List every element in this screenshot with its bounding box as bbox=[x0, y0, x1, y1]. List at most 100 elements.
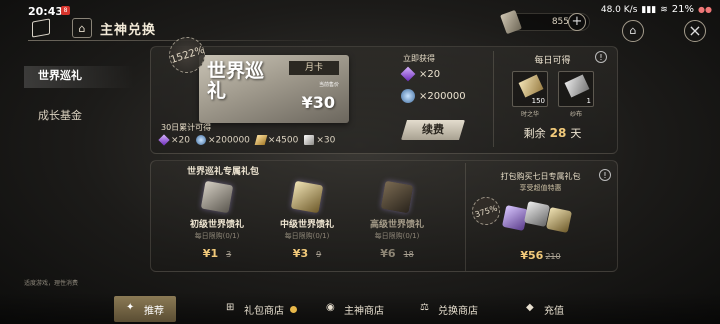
home-button[interactable]: ⌂ bbox=[72, 18, 92, 38]
pack-name: 中级世界馈礼 bbox=[279, 220, 334, 230]
gift-pack-basic[interactable]: 初级世界馈礼 每日限购(0/1) ¥1 3 bbox=[175, 179, 259, 271]
nav-exchange-store[interactable]: ⚖ 兑换商店 bbox=[420, 296, 478, 322]
remain-value: 28 bbox=[549, 126, 567, 140]
gift-pack-medium[interactable]: 中级世界馈礼 每日限购(0/1) ¥3 9 bbox=[265, 179, 349, 271]
nav-recharge[interactable]: ◆ 充值 bbox=[526, 296, 564, 322]
gold-ingot-icon bbox=[518, 74, 544, 98]
sidebar: 世界巡礼 成长基金 bbox=[24, 60, 134, 140]
instant-qty: ×200000 bbox=[419, 90, 466, 102]
daily-rewards: 每日可得 ! 150 时之华 1 纱布 剩余 28 天 bbox=[493, 51, 611, 147]
wifi-icon: ≋ bbox=[660, 4, 668, 15]
nav-label: 充值 bbox=[544, 305, 564, 317]
currency-value: 855 bbox=[551, 17, 569, 27]
remaining-days: 剩余 28 天 bbox=[494, 125, 611, 141]
nav-label: 推荐 bbox=[144, 305, 164, 317]
gift-pack-panel: 世界巡礼专属礼包 初级世界馈礼 每日限购(0/1) ¥1 3 中级世界馈礼 每日限… bbox=[150, 160, 618, 272]
card-note: 当前售价 bbox=[318, 82, 339, 88]
orb-icon: ◉ bbox=[326, 302, 335, 313]
pack-price: ¥1 3 bbox=[175, 247, 259, 260]
daily-item-time-flower[interactable]: 150 bbox=[512, 71, 548, 107]
instant-label: 立即获得 bbox=[403, 54, 435, 63]
reward-qty: ×20 bbox=[171, 135, 190, 146]
sidebar-item-label: 成长基金 bbox=[38, 109, 82, 122]
seven-day-bundle[interactable]: ! 打包购买七日专属礼包 享受超值特惠 375% ¥56 210 bbox=[465, 163, 615, 271]
reward-qty: ×30 bbox=[316, 135, 336, 146]
white-cloth-icon bbox=[304, 135, 315, 145]
gift-box-shape bbox=[290, 180, 324, 214]
home-corner-icon: ⌂ bbox=[629, 24, 637, 37]
bundle-current-price: ¥56 bbox=[520, 249, 544, 262]
app-dots-icon: ●● bbox=[698, 5, 712, 14]
bundle-subtitle: 享受超值特惠 bbox=[519, 184, 562, 192]
diamond-icon: ◆ bbox=[526, 302, 534, 313]
nav-god-store[interactable]: ◉ 主神商店 bbox=[326, 296, 384, 322]
blue-orb-icon bbox=[196, 135, 206, 145]
reward-qty: ×4500 bbox=[267, 135, 299, 146]
home-icon: ⌂ bbox=[78, 21, 86, 35]
gift-box-icon bbox=[377, 180, 417, 215]
signal-icon: ▮▮▮ bbox=[641, 4, 657, 15]
info-icon[interactable]: ! bbox=[599, 169, 611, 181]
add-currency-button[interactable]: + bbox=[568, 13, 586, 31]
footnote: 适度游戏，理性消费 bbox=[24, 280, 79, 287]
daily-item-gauze[interactable]: 1 bbox=[558, 71, 594, 107]
sidebar-item-growth-fund[interactable]: 成长基金 bbox=[24, 100, 134, 140]
instant-reward-crystal: ×20 bbox=[400, 66, 441, 82]
daily-qty: 150 bbox=[531, 97, 545, 105]
gift-pack-advanced[interactable]: 高级世界馈礼 每日限购(0/1) ¥6 18 bbox=[355, 179, 439, 271]
home-corner-button[interactable]: ⌂ bbox=[622, 20, 644, 42]
card-price: ¥30 bbox=[301, 93, 335, 112]
remain-unit: 天 bbox=[570, 127, 582, 140]
remain-label: 剩余 bbox=[523, 127, 546, 140]
bundle-box-shape bbox=[545, 206, 573, 234]
nav-gift-store[interactable]: ⊞ 礼包商店 bbox=[226, 296, 297, 322]
monthly-card[interactable]: 世界巡礼 月卡 当前售价 ¥30 bbox=[199, 55, 349, 123]
pack-limit: 每日限购(0/1) bbox=[194, 232, 240, 240]
gift-box-icon bbox=[197, 180, 237, 215]
page-title: 主神兑换 bbox=[100, 22, 157, 38]
sidebar-item-label: 世界巡礼 bbox=[38, 69, 82, 82]
nav-label: 主神商店 bbox=[344, 305, 384, 317]
pack-price: ¥3 9 bbox=[265, 247, 349, 260]
pack-current-price: ¥6 bbox=[380, 247, 396, 260]
daily-title: 每日可得 bbox=[534, 56, 571, 66]
gift-box-shape bbox=[200, 180, 234, 214]
bundle-old-price: 210 bbox=[545, 252, 561, 261]
status-indicators: 48.0 K/s ▮▮▮ ≋ 21% ●● bbox=[601, 4, 712, 15]
close-button[interactable]: × bbox=[684, 20, 706, 42]
sidebar-item-world-tour[interactable]: 世界巡礼 bbox=[24, 60, 134, 100]
accumulate-rewards: ×20 ×200000 ×4500 ×30 bbox=[158, 134, 336, 146]
nav-recommend[interactable]: ✦ 推荐 bbox=[114, 296, 176, 322]
pack-name: 初级世界馈礼 bbox=[189, 220, 244, 230]
battery-percent: 21% bbox=[671, 4, 695, 15]
accumulate-label: 30日累计可得 bbox=[161, 123, 212, 132]
gold-ingot-icon bbox=[254, 135, 268, 145]
bundle-art-icon bbox=[496, 200, 576, 235]
daily-item-name: 时之华 bbox=[520, 111, 539, 118]
exchange-icon: ⚖ bbox=[420, 302, 429, 313]
instant-reward-orb: ×200000 bbox=[401, 89, 466, 103]
info-icon[interactable]: ! bbox=[595, 51, 607, 63]
bottom-nav: ✦ 推荐 ⊞ 礼包商店 ◉ 主神商店 ⚖ 兑换商店 ◆ 充值 bbox=[0, 292, 720, 324]
instant-qty: ×20 bbox=[419, 68, 441, 80]
pack-old-price: 18 bbox=[403, 250, 414, 259]
pack-current-price: ¥3 bbox=[292, 247, 309, 260]
pack-name: 高级世界馈礼 bbox=[369, 220, 424, 230]
reward-gold: ×4500 bbox=[254, 135, 299, 146]
nav-label: 兑换商店 bbox=[438, 305, 478, 317]
header: ⌂ 主神兑换 bbox=[28, 14, 156, 42]
pack-old-price: 9 bbox=[316, 250, 322, 259]
pack-current-price: ¥1 bbox=[202, 247, 219, 260]
reward-qty: ×200000 bbox=[208, 135, 250, 146]
nav-label: 礼包商店 bbox=[244, 305, 284, 317]
close-icon: × bbox=[688, 21, 702, 40]
reward-purple: ×20 bbox=[158, 134, 190, 146]
back-button[interactable] bbox=[28, 16, 58, 40]
purple-crystal-icon bbox=[400, 66, 416, 82]
daily-qty: 1 bbox=[586, 97, 591, 105]
renew-button[interactable]: 续费 bbox=[401, 120, 465, 140]
network-speed: 48.0 K/s bbox=[600, 4, 638, 15]
gift-icon: ⊞ bbox=[226, 302, 235, 313]
daily-item-name: 纱布 bbox=[569, 111, 582, 118]
card-tag: 月卡 bbox=[289, 61, 339, 75]
